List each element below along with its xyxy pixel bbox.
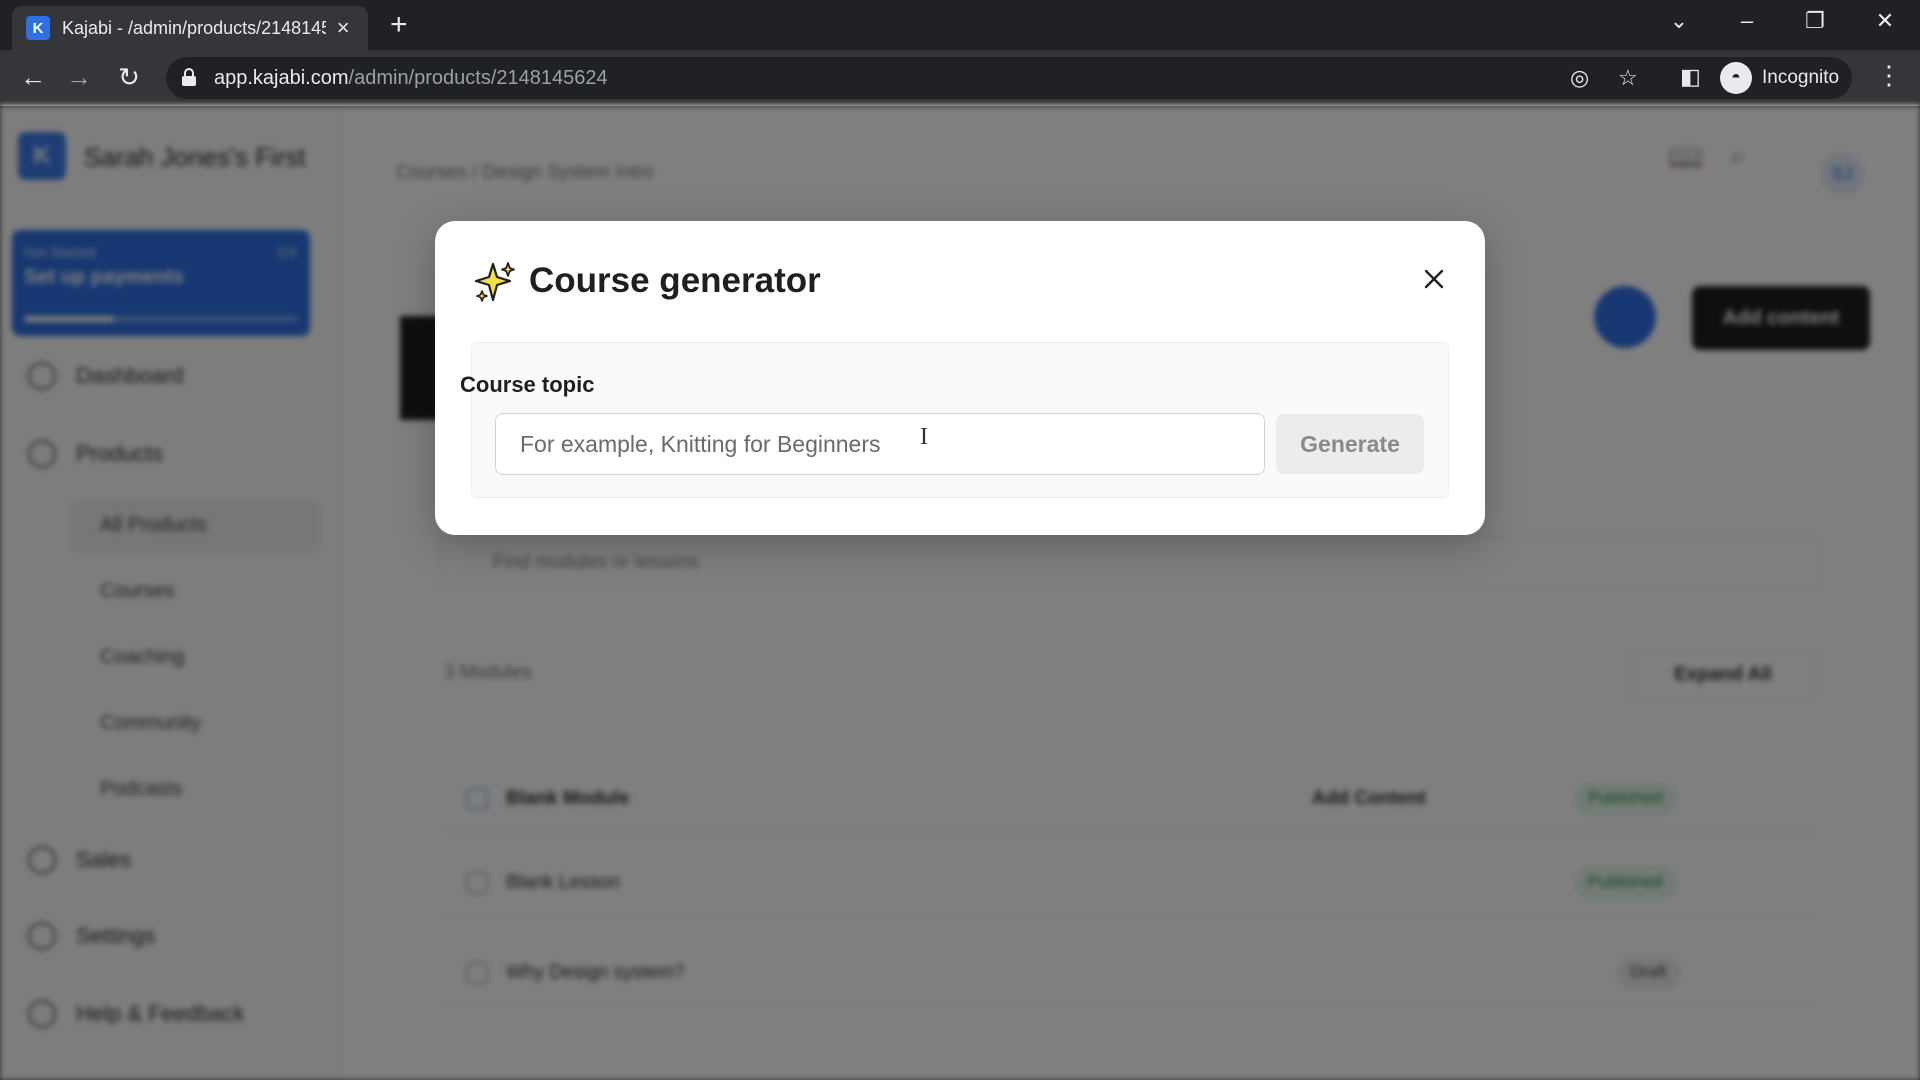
forward-arrow-icon[interactable]: → xyxy=(62,62,96,92)
reload-icon[interactable]: ↻ xyxy=(112,62,146,92)
lock-icon[interactable] xyxy=(182,68,196,86)
url-text[interactable]: app.kajabi.com/admin/products/2148145624 xyxy=(214,67,608,90)
kajabi-favicon-icon: K xyxy=(26,16,50,40)
address-bar[interactable]: app.kajabi.com/admin/products/2148145624… xyxy=(166,57,1852,99)
incognito-icon: ◓ xyxy=(1720,62,1752,94)
url-path: /admin/products/2148145624 xyxy=(348,67,608,89)
url-host: app.kajabi.com xyxy=(214,67,349,89)
generate-button[interactable]: Generate xyxy=(1276,414,1424,474)
sparkles-icon xyxy=(474,262,515,302)
modal-title: Course generator xyxy=(529,261,821,300)
eye-off-icon[interactable]: ◎ xyxy=(1570,65,1589,91)
side-panel-icon[interactable]: ◧ xyxy=(1680,64,1701,90)
tab-close-icon[interactable]: × xyxy=(332,15,354,41)
text-cursor-icon: I xyxy=(920,424,928,450)
course-topic-input[interactable] xyxy=(495,413,1265,475)
tab-title: Kajabi - /admin/products/2148145624 xyxy=(62,17,327,38)
close-icon[interactable] xyxy=(1420,265,1448,293)
new-tab-button[interactable]: + xyxy=(390,10,408,40)
kebab-menu-icon[interactable]: ⋮ xyxy=(1876,60,1902,91)
incognito-label: Incognito xyxy=(1762,67,1840,88)
incognito-chip[interactable]: ◓ Incognito xyxy=(1720,58,1839,98)
minimize-button[interactable]: – xyxy=(1732,8,1762,34)
browser-tab[interactable]: K Kajabi - /admin/products/2148145624 × xyxy=(12,6,368,50)
back-arrow-icon[interactable]: ← xyxy=(16,62,50,92)
tab-search-icon[interactable]: ⌄ xyxy=(1664,8,1694,34)
close-window-button[interactable]: ✕ xyxy=(1870,8,1900,34)
star-icon[interactable]: ☆ xyxy=(1618,65,1638,91)
course-topic-label: Course topic xyxy=(460,372,595,397)
browser-tab-strip: K Kajabi - /admin/products/2148145624 × … xyxy=(0,0,1920,50)
restore-button[interactable]: ❐ xyxy=(1800,8,1830,34)
browser-toolbar: ← → ↻ app.kajabi.com/admin/products/2148… xyxy=(0,50,1920,106)
